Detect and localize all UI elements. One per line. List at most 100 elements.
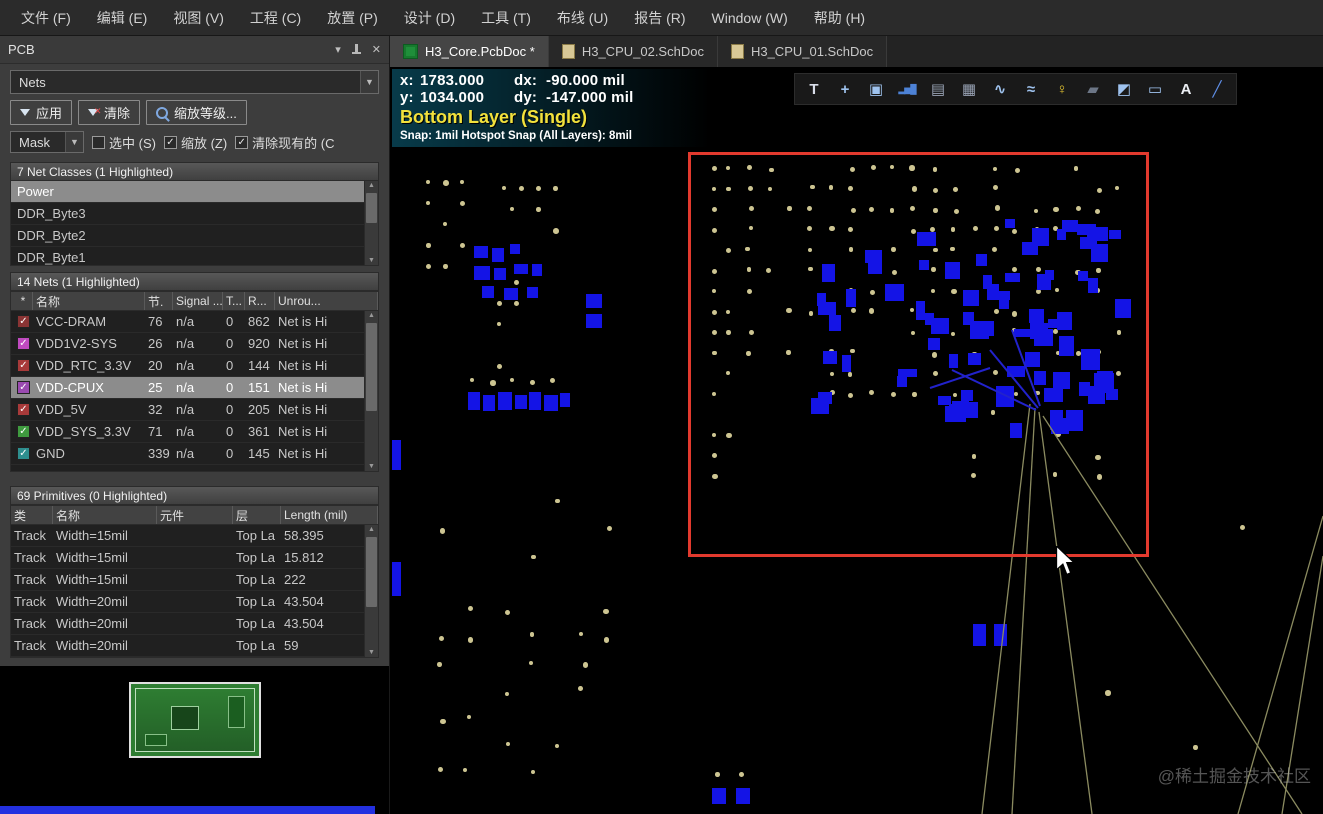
- nets-col-header[interactable]: R...: [245, 292, 275, 310]
- menu-design[interactable]: 设计 (D): [391, 0, 468, 35]
- checkbox-icon: [17, 337, 30, 350]
- route-icon[interactable]: ∿: [985, 76, 1015, 102]
- menu-reports[interactable]: 报告 (R): [621, 0, 698, 35]
- tab-h3-cpu-02-schdoc[interactable]: H3_CPU_02.SchDoc: [549, 36, 718, 67]
- primitive-row[interactable]: TrackWidth=15milTop La222: [11, 569, 365, 591]
- mask-select[interactable]: Mask ▼: [10, 131, 84, 153]
- net-enable-checkbox[interactable]: [11, 403, 33, 416]
- primitive-row[interactable]: TrackWidth=20milTop La43.504: [11, 613, 365, 635]
- crosshair-icon[interactable]: +: [830, 76, 860, 102]
- key-icon[interactable]: ♀: [1047, 76, 1077, 102]
- scrollbar[interactable]: ▲ ▼: [364, 311, 378, 471]
- primitives-col-header[interactable]: 名称: [53, 506, 157, 524]
- net-name: VDD_RTC_3.3V: [33, 358, 145, 373]
- bar-chart-icon[interactable]: ▂▅█: [892, 76, 922, 102]
- scroll-down-icon[interactable]: ▼: [365, 463, 378, 470]
- nets-col-header[interactable]: 名称: [33, 292, 145, 310]
- sch-doc-icon: [562, 44, 575, 59]
- scroll-down-icon[interactable]: ▼: [365, 257, 378, 264]
- net-enable-checkbox[interactable]: [11, 337, 33, 350]
- nets-column-header: *名称节.Signal ...T...R...Unrou...: [10, 291, 379, 311]
- net-enable-checkbox[interactable]: [11, 315, 33, 328]
- scroll-up-icon[interactable]: ▲: [365, 312, 378, 319]
- scroll-up-icon[interactable]: ▲: [365, 526, 378, 533]
- net-class-row[interactable]: Power: [11, 181, 365, 203]
- text-string-icon[interactable]: A: [1171, 76, 1201, 102]
- primitives-col-header[interactable]: 层: [233, 506, 281, 524]
- net-row[interactable]: VCC-DRAM76n/a0862Net is Hi: [11, 311, 365, 333]
- net-enable-checkbox[interactable]: [11, 381, 33, 394]
- menu-file[interactable]: 文件 (F): [8, 0, 84, 35]
- split-plane-icon[interactable]: ◩: [1109, 76, 1139, 102]
- pcb-doc-icon: [403, 44, 418, 59]
- apply-button[interactable]: 应用: [10, 100, 72, 125]
- line-icon[interactable]: ╱: [1202, 76, 1232, 102]
- tab-h3-cpu-01-schdoc[interactable]: H3_CPU_01.SchDoc: [718, 36, 887, 67]
- panel-mode-select[interactable]: Nets ▼: [10, 70, 379, 94]
- scroll-thumb[interactable]: [366, 193, 377, 223]
- net-row[interactable]: GND339n/a0145Net is Hi: [11, 443, 365, 465]
- net-node-count: 71: [145, 424, 173, 439]
- net-enable-checkbox[interactable]: [11, 359, 33, 372]
- component-icon[interactable]: ▤: [923, 76, 953, 102]
- nets-col-header[interactable]: T...: [223, 292, 245, 310]
- nets-col-header[interactable]: 节.: [145, 292, 173, 310]
- tuning-icon[interactable]: ≈: [1016, 76, 1046, 102]
- menu-place[interactable]: 放置 (P): [314, 0, 391, 35]
- scrollbar[interactable]: ▲ ▼: [364, 181, 378, 265]
- menu-help[interactable]: 帮助 (H): [801, 0, 878, 35]
- pin-icon[interactable]: [351, 44, 362, 56]
- selection-box-icon[interactable]: ▣: [861, 76, 891, 102]
- tab-h3-core-pcbdoc[interactable]: H3_Core.PcbDoc *: [390, 36, 549, 67]
- text-tool-icon[interactable]: T: [799, 76, 829, 102]
- primitives-col-header[interactable]: Length (mil): [281, 506, 378, 524]
- scroll-up-icon[interactable]: ▲: [365, 182, 378, 189]
- menu-window[interactable]: Window (W): [699, 0, 801, 35]
- net-row[interactable]: VDD1V2-SYS26n/a0920Net is Hi: [11, 333, 365, 355]
- nets-col-header[interactable]: *: [11, 292, 33, 310]
- room-icon[interactable]: ▭: [1140, 76, 1170, 102]
- panel-menu-chevron-icon[interactable]: ▾: [335, 43, 341, 56]
- net-row[interactable]: VDD_RTC_3.3V20n/a0144Net is Hi: [11, 355, 365, 377]
- scroll-thumb[interactable]: [366, 537, 377, 607]
- plane-icon[interactable]: ▰: [1078, 76, 1108, 102]
- primitives-col-header[interactable]: 元件: [157, 506, 233, 524]
- scroll-thumb[interactable]: [366, 323, 377, 411]
- scrollbar[interactable]: ▲ ▼: [364, 525, 378, 657]
- menu-route[interactable]: 布线 (U): [544, 0, 621, 35]
- net-enable-checkbox[interactable]: [11, 447, 33, 460]
- checkbox-clear-existing[interactable]: 清除现有的 (C: [235, 133, 334, 152]
- primitives-col-header[interactable]: 类: [11, 506, 53, 524]
- pcb-canvas[interactable]: x:1783.000 dx:-90.000 mil y:1034.000 dy:…: [390, 68, 1323, 814]
- primitive-row[interactable]: TrackWidth=15milTop La58.395: [11, 525, 365, 547]
- checkbox-icon: [17, 447, 30, 460]
- zoom-level-button[interactable]: 缩放等级...: [146, 100, 247, 125]
- primitive-row[interactable]: TrackWidth=15milTop La15.812: [11, 547, 365, 569]
- nets-col-header[interactable]: Signal ...: [173, 292, 223, 310]
- selection-rectangle: [688, 152, 1149, 557]
- net-class-row[interactable]: DDR_Byte3: [11, 203, 365, 225]
- net-row[interactable]: VDD-CPUX25n/a0151Net is Hi: [11, 377, 365, 399]
- checkbox-zoom[interactable]: 缩放 (Z): [164, 133, 227, 152]
- grid-icon[interactable]: ▦: [954, 76, 984, 102]
- net-class-row[interactable]: DDR_Byte1: [11, 247, 365, 266]
- primitive-row[interactable]: TrackWidth=20milTop La59: [11, 635, 365, 657]
- nets-col-header[interactable]: Unrou...: [275, 292, 378, 310]
- net-enable-checkbox[interactable]: [11, 425, 33, 438]
- primitive-row[interactable]: TrackWidth=20milTop La43.504: [11, 591, 365, 613]
- checkbox-select[interactable]: 选中 (S): [92, 133, 156, 152]
- checkbox-icon: [17, 425, 30, 438]
- clear-button[interactable]: 清除: [78, 100, 140, 125]
- menu-view[interactable]: 视图 (V): [160, 0, 237, 35]
- net-row[interactable]: VDD_SYS_3.3V71n/a0361Net is Hi: [11, 421, 365, 443]
- board-preview[interactable]: [0, 666, 389, 814]
- net-row[interactable]: VDD_5V32n/a0205Net is Hi: [11, 399, 365, 421]
- menu-edit[interactable]: 编辑 (E): [84, 0, 161, 35]
- panel-close-icon[interactable]: ✕: [372, 43, 381, 56]
- net-class-row[interactable]: DDR_Byte2: [11, 225, 365, 247]
- primitive-name: Width=15mil: [53, 572, 157, 587]
- primitive-layer: Top La: [233, 550, 281, 565]
- menu-tools[interactable]: 工具 (T): [468, 0, 544, 35]
- menu-project[interactable]: 工程 (C): [237, 0, 314, 35]
- scroll-down-icon[interactable]: ▼: [365, 649, 378, 656]
